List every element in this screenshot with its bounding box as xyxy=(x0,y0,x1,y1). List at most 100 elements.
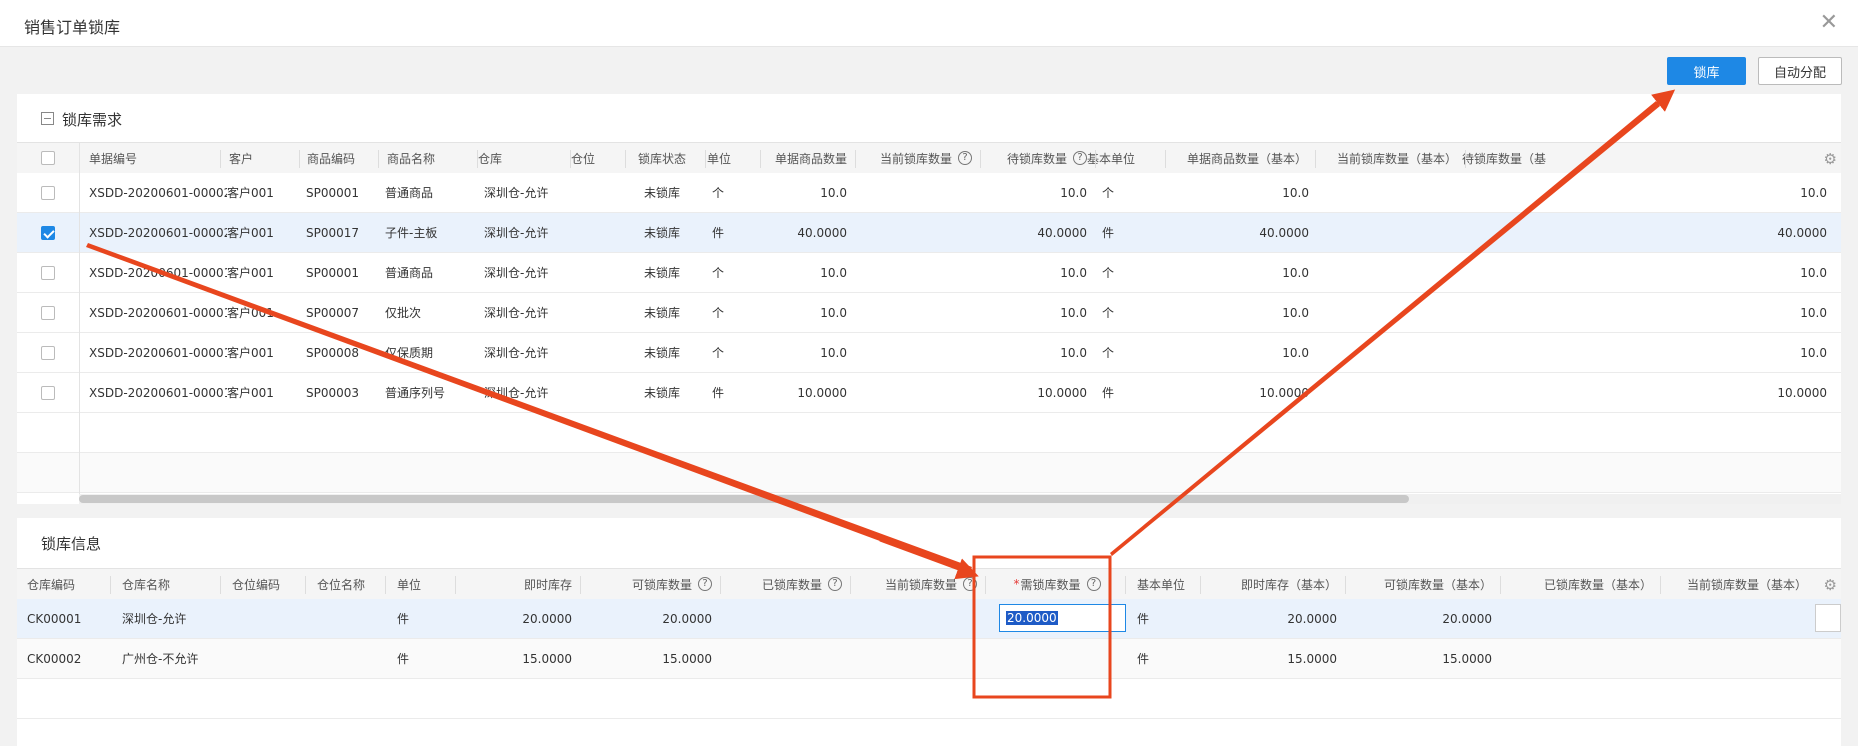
table-cell: CK00001 xyxy=(27,611,82,626)
lockinfo-header-row: 仓库编码 仓库名称 仓位编码 仓位名称 单位 即时库存 可锁库数量? 已锁库数量? 当前锁库数量… xyxy=(17,568,1841,600)
row-edit-input[interactable] xyxy=(1815,604,1841,632)
table-cell: 40.0000 xyxy=(1259,225,1309,240)
column-separator[interactable] xyxy=(1165,150,1166,168)
column-separator[interactable] xyxy=(855,150,856,168)
column-separator[interactable] xyxy=(1315,150,1316,168)
lock-quantity-value[interactable]: 20.0000 xyxy=(1006,611,1058,625)
table-row[interactable]: CK00001 深圳仓-允许 件 20.0000 20.0000 件 20.0000 20.0… xyxy=(17,599,1841,639)
column-separator[interactable] xyxy=(1095,150,1096,168)
column-separator[interactable] xyxy=(220,150,221,168)
empty-row xyxy=(17,413,1841,453)
collapse-icon[interactable] xyxy=(41,112,54,125)
row-checkbox[interactable] xyxy=(17,213,79,252)
scrollbar-thumb[interactable] xyxy=(79,495,1409,503)
table-cell: 客户001 xyxy=(227,226,274,240)
table-row[interactable]: XSDD-20200601-00001 客户001 SP00007 仅批次 深圳仓-允许… xyxy=(17,293,1841,333)
table-row[interactable]: XSDD-20200601-00001 客户001 SP00001 普通商品 深圳仓-允… xyxy=(17,253,1841,293)
select-all-checkbox[interactable] xyxy=(17,143,79,173)
table-cell: 子件-主板 xyxy=(385,226,438,240)
table-cell: 件 xyxy=(712,386,725,400)
help-icon[interactable]: ? xyxy=(1086,577,1101,591)
table-cell: 10.0 xyxy=(1282,345,1309,360)
table-row[interactable]: XSDD-20200601-00002 客户001 SP00017 子件-主板 深圳仓-… xyxy=(17,213,1841,253)
column-separator[interactable] xyxy=(980,150,981,168)
column-separator[interactable] xyxy=(1465,150,1466,168)
column-header-label: 仓位 xyxy=(571,151,596,166)
row-checkbox[interactable] xyxy=(17,333,79,372)
gear-icon[interactable]: ⚙ xyxy=(1824,576,1837,594)
column-separator[interactable] xyxy=(850,576,851,594)
table-row[interactable]: XSDD-20200601-00001 客户001 SP00003 普通序列号 深圳仓-… xyxy=(17,373,1841,413)
checkbox-box[interactable] xyxy=(41,265,55,280)
column-separator[interactable] xyxy=(1200,576,1201,594)
table-cell: XSDD-20200601-00001 xyxy=(89,305,227,320)
column-header-label: 已锁库数量（基本） xyxy=(1543,577,1652,592)
column-separator[interactable] xyxy=(1345,576,1346,594)
column-separator[interactable] xyxy=(455,576,456,594)
row-checkbox[interactable] xyxy=(17,253,79,292)
table-cell: XSDD-20200601-00002 xyxy=(89,225,227,240)
auto-allocate-button[interactable]: 自动分配 xyxy=(1758,57,1842,85)
lockinfo-panel-title: 锁库信息 xyxy=(41,535,102,553)
row-checkbox[interactable] xyxy=(17,293,79,332)
column-separator[interactable] xyxy=(110,576,111,594)
column-separator[interactable] xyxy=(477,150,478,168)
column-header: 即时库存（基本） xyxy=(1202,569,1337,599)
table-row[interactable]: XSDD-20200601-00002 客户001 SP00001 普通商品 深圳仓-允… xyxy=(17,173,1841,213)
column-header: 待锁库数量? xyxy=(982,143,1087,173)
lock-button[interactable]: 锁库 xyxy=(1667,57,1746,85)
table-row[interactable]: CK00002 广州仓-不允许 件 15.0000 15.0000 件 15.0000 15.… xyxy=(17,639,1841,679)
help-icon[interactable]: ? xyxy=(963,577,977,591)
checkbox-box[interactable] xyxy=(41,305,55,320)
table-cell: 未锁库 xyxy=(643,226,680,240)
column-separator[interactable] xyxy=(985,576,986,594)
table-cell: XSDD-20200601-00001 xyxy=(89,385,227,400)
checkbox-box[interactable] xyxy=(41,385,55,400)
table-cell: 客户001 xyxy=(227,266,274,280)
column-separator[interactable] xyxy=(580,576,581,594)
column-header-label: 商品编码 xyxy=(307,151,356,166)
checkbox-box[interactable] xyxy=(41,345,55,360)
help-icon[interactable]: ? xyxy=(698,577,712,591)
table-row[interactable]: XSDD-20200601-00001 客户001 SP00008 仅保质期 深圳仓-允… xyxy=(17,333,1841,373)
column-header-label: 仓库 xyxy=(478,151,503,166)
column-header: 单位 xyxy=(707,143,762,173)
checkbox-box[interactable] xyxy=(41,185,55,200)
table-cell: 未锁库 xyxy=(643,186,680,200)
column-separator[interactable] xyxy=(1125,576,1126,594)
row-checkbox[interactable] xyxy=(17,173,79,212)
column-separator[interactable] xyxy=(625,150,626,168)
close-icon[interactable]: ✕ xyxy=(1820,10,1838,36)
column-separator[interactable] xyxy=(570,150,571,168)
table-cell: 件 xyxy=(1102,386,1115,400)
column-separator[interactable] xyxy=(385,576,386,594)
table-cell: 个 xyxy=(712,346,725,360)
table-cell xyxy=(1662,639,1807,678)
lock-quantity-input[interactable]: 20.0000 xyxy=(999,604,1126,632)
column-separator[interactable] xyxy=(299,150,300,168)
help-icon[interactable]: ? xyxy=(1073,151,1087,165)
column-separator[interactable] xyxy=(705,150,706,168)
gear-icon[interactable]: ⚙ xyxy=(1824,150,1837,168)
column-separator[interactable] xyxy=(220,576,221,594)
column-separator[interactable] xyxy=(1660,576,1661,594)
table-cell: SP00001 xyxy=(306,185,360,200)
horizontal-scrollbar[interactable] xyxy=(79,494,1841,504)
table-cell xyxy=(1317,293,1459,332)
column-separator[interactable] xyxy=(720,576,721,594)
column-separator[interactable] xyxy=(760,150,761,168)
lockinfo-panel-header: 锁库信息 xyxy=(17,518,1841,566)
column-separator[interactable] xyxy=(378,150,379,168)
column-separator[interactable] xyxy=(1500,576,1501,594)
table-cell: 个 xyxy=(1102,306,1115,320)
checkbox-column-divider xyxy=(79,142,80,504)
column-separator[interactable] xyxy=(305,576,306,594)
table-cell xyxy=(852,599,977,638)
row-checkbox[interactable] xyxy=(17,373,79,412)
column-header: * 需锁库数量? xyxy=(987,569,1127,599)
checkbox-box[interactable] xyxy=(41,151,55,165)
help-icon[interactable]: ? xyxy=(958,151,972,165)
checkbox-box[interactable] xyxy=(41,225,55,240)
help-icon[interactable]: ? xyxy=(828,577,842,591)
demand-table: 单据编号 客户 商品编码 商品名称 仓库 仓位 锁库状态 单位 单据商品数量 当前锁库数量? 待锁库… xyxy=(17,142,1841,504)
